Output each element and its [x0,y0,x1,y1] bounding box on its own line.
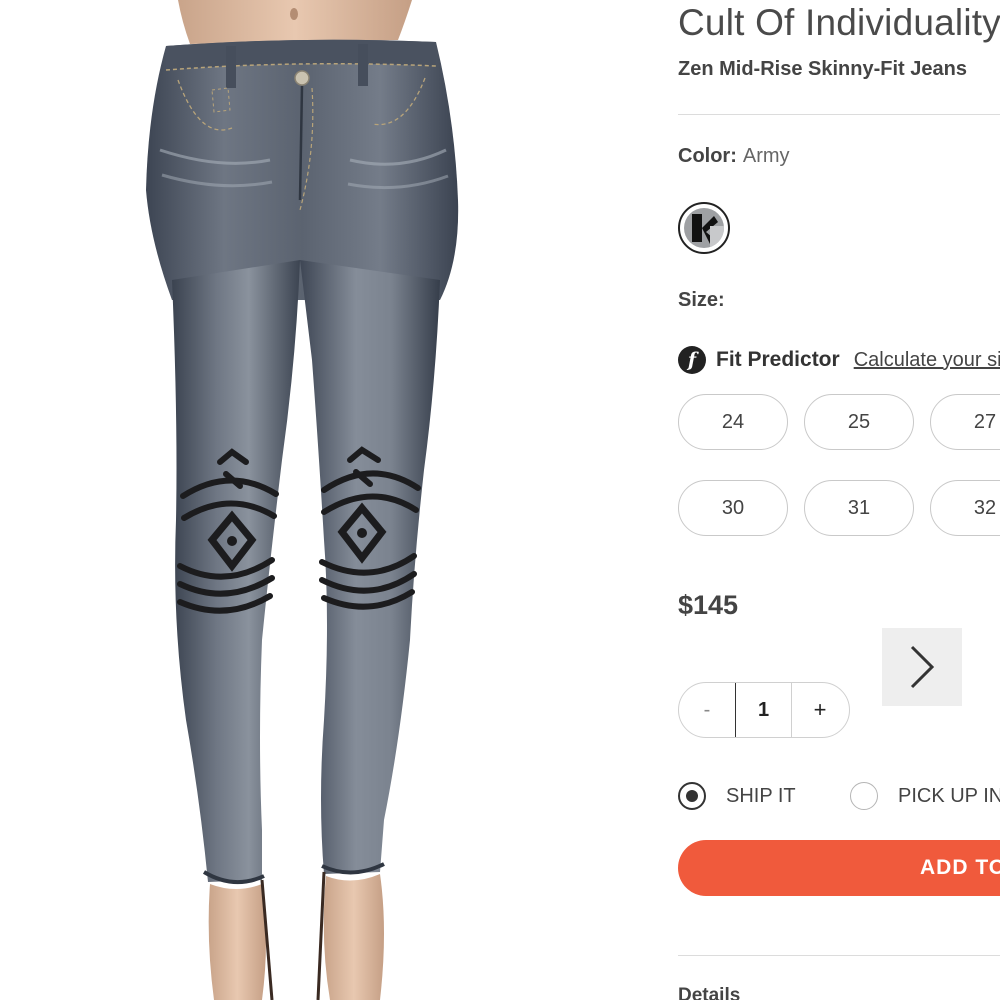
product-name: Zen Mid-Rise Skinny-Fit Jeans [678,58,967,80]
color-label: Color: [678,145,737,167]
size-option-31[interactable]: 31 [804,480,914,536]
product-image[interactable] [0,0,640,1000]
fit-predictor-logo-icon: f [678,346,706,374]
price: $145 [678,590,739,620]
ship-it-option[interactable]: SHIP IT [678,780,796,812]
ship-it-radio[interactable] [678,782,706,810]
brand-title: Cult Of Individuality [678,2,1000,43]
swatch-image [684,208,724,248]
quantity-input[interactable]: 1 [735,683,792,737]
divider [678,955,1000,956]
jeans-illustration [146,0,459,1000]
chevron-right-icon [910,645,935,689]
add-to-bag-button[interactable]: ADD TO BAG [678,840,1000,896]
ship-it-label: SHIP IT [726,784,796,807]
color-value: Army [742,145,790,167]
next-image-button[interactable] [882,628,962,706]
pick-up-label: PICK UP IN STORE [898,784,1000,807]
radio-selected-dot [686,790,698,802]
fit-predictor: f Fit Predictor Calculate your size [678,344,1000,376]
size-option-30[interactable]: 30 [678,480,788,536]
size-option-25[interactable]: 25 [804,394,914,450]
pick-up-in-store-option[interactable]: PICK UP IN STORE [850,780,1000,812]
size-option-27[interactable]: 27 [930,394,1000,450]
details-heading[interactable]: Details [678,985,740,1000]
size-option-24[interactable]: 24 [678,394,788,450]
color-swatch-army[interactable] [678,202,730,254]
swatch-pattern [684,208,724,248]
size-option-32[interactable]: 32 [930,480,1000,536]
pick-up-radio[interactable] [850,782,878,810]
divider [678,114,1000,115]
quantity-decrease-button[interactable]: - [679,683,735,737]
size-label: Size: [678,289,725,311]
product-page: Cult Of Individuality Zen Mid-Rise Skinn… [0,0,1000,1000]
color-row: Color: Army [678,145,790,168]
calculate-size-link[interactable]: Calculate your size [854,349,1000,372]
fit-predictor-title: Fit Predictor [716,348,840,371]
quantity-increase-button[interactable]: + [792,683,848,737]
quantity-stepper: - 1 + [678,682,850,738]
